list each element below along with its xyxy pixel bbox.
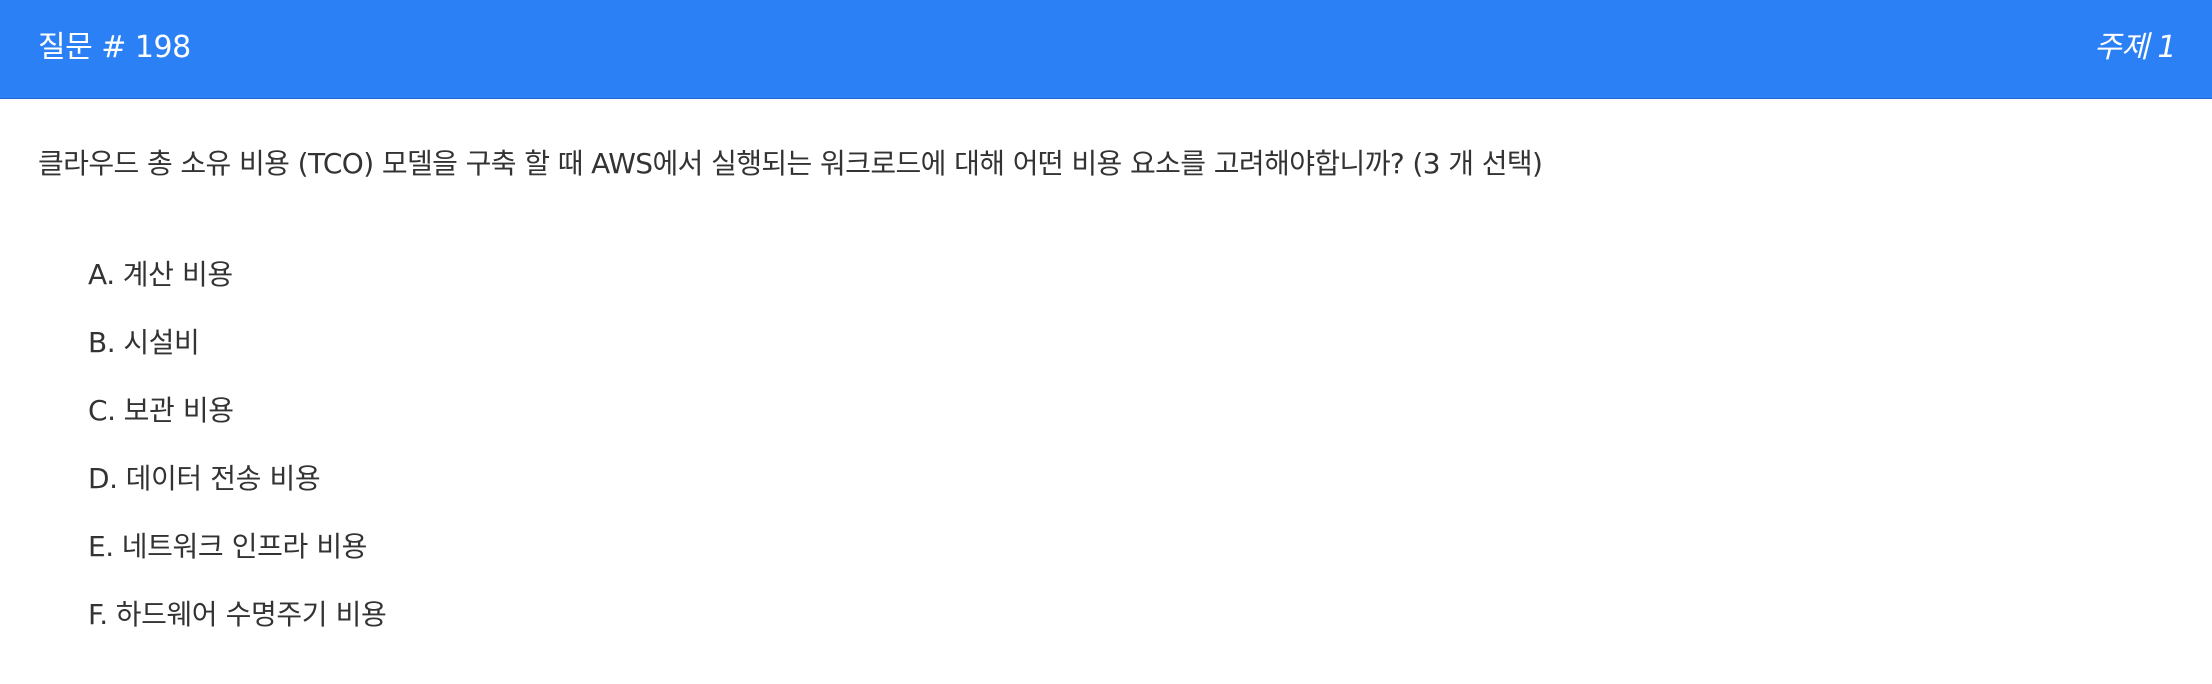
question-text: 클라우드 총 소유 비용 (TCO) 모델을 구축 할 때 AWS에서 실행되는… (38, 147, 1543, 180)
option-label: 하드웨어 수명주기 비용 (115, 598, 387, 631)
option-letter: E. (88, 530, 114, 563)
option-letter: A. (88, 258, 115, 291)
option-label: 시설비 (123, 326, 200, 359)
answer-options-list: A. 계산 비용 B. 시설비 C. 보관 비용 D. 데이터 전송 비용 E. 네트워크… (88, 251, 387, 659)
option-a[interactable]: A. 계산 비용 (88, 251, 386, 319)
option-letter: D. (88, 462, 118, 495)
question-header: 질문 # 198 주제 1 (0, 0, 2212, 99)
option-f[interactable]: F. 하드웨어 수명주기 비용 (88, 591, 387, 659)
option-b[interactable]: B. 시설비 (88, 319, 386, 387)
option-letter: B. (88, 326, 116, 359)
question-number-title: 질문 # 198 (38, 30, 191, 65)
option-letter: C. (88, 394, 116, 427)
option-label: 계산 비용 (122, 258, 233, 291)
option-label: 보관 비용 (123, 394, 234, 427)
option-label: 네트워크 인프라 비용 (121, 530, 368, 563)
option-c[interactable]: C. 보관 비용 (88, 387, 386, 455)
option-d[interactable]: D. 데이터 전송 비용 (88, 455, 386, 523)
option-e[interactable]: E. 네트워크 인프라 비용 (88, 523, 386, 591)
option-label: 데이터 전송 비용 (125, 462, 321, 495)
topic-label: 주제 1 (2094, 30, 2176, 65)
option-letter: F. (88, 598, 108, 631)
